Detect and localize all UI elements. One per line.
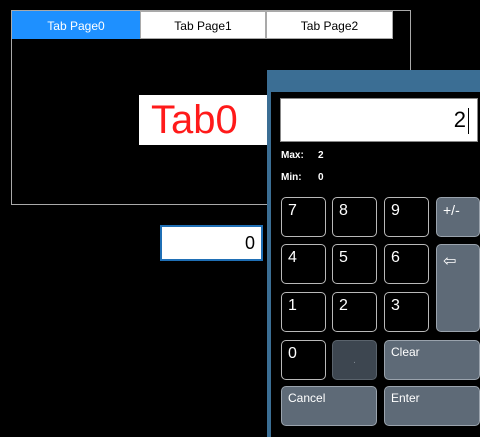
keypad-display-value: 2 — [453, 107, 466, 132]
numeric-keypad-popup: 2 Max: 2 Min: 0 7 8 9 +/- 4 5 6 ⇦ 1 2 3 … — [267, 70, 480, 437]
min-label: Min: — [281, 172, 302, 183]
key-8[interactable]: 8 — [332, 197, 377, 237]
key-4[interactable]: 4 — [281, 244, 326, 284]
key-7[interactable]: 7 — [281, 197, 326, 237]
tab-page0[interactable]: Tab Page0 — [12, 11, 140, 39]
key-3[interactable]: 3 — [384, 292, 429, 332]
backspace-button[interactable]: ⇦ — [436, 244, 480, 332]
key-6[interactable]: 6 — [384, 244, 429, 284]
key-5[interactable]: 5 — [332, 244, 377, 284]
text-caret — [468, 108, 469, 135]
cancel-button[interactable]: Cancel — [281, 386, 377, 426]
key-9[interactable]: 9 — [384, 197, 429, 237]
key-1[interactable]: 1 — [281, 292, 326, 332]
max-value: 2 — [318, 150, 324, 161]
tab-strip: Tab Page0 Tab Page1 Tab Page2 — [12, 11, 393, 39]
max-label: Max: — [281, 150, 304, 161]
key-2[interactable]: 2 — [332, 292, 377, 332]
numeric-input[interactable]: 0 — [160, 225, 263, 261]
key-0[interactable]: 0 — [281, 340, 326, 380]
min-value: 0 — [318, 172, 324, 183]
max-row: Max: 2 — [281, 150, 324, 161]
clear-button[interactable]: Clear — [384, 340, 480, 380]
tab-page1[interactable]: Tab Page1 — [140, 11, 266, 39]
tab-content-label: Tab0 — [139, 95, 284, 145]
backspace-arrow-icon: ⇦ — [443, 253, 457, 270]
enter-button[interactable]: Enter — [384, 386, 480, 426]
tab-page2[interactable]: Tab Page2 — [266, 11, 393, 39]
keypad-display[interactable]: 2 — [280, 98, 478, 142]
decimal-point-button[interactable]: . — [332, 340, 377, 380]
min-row: Min: 0 — [281, 172, 324, 183]
sign-toggle-button[interactable]: +/- — [436, 197, 480, 237]
